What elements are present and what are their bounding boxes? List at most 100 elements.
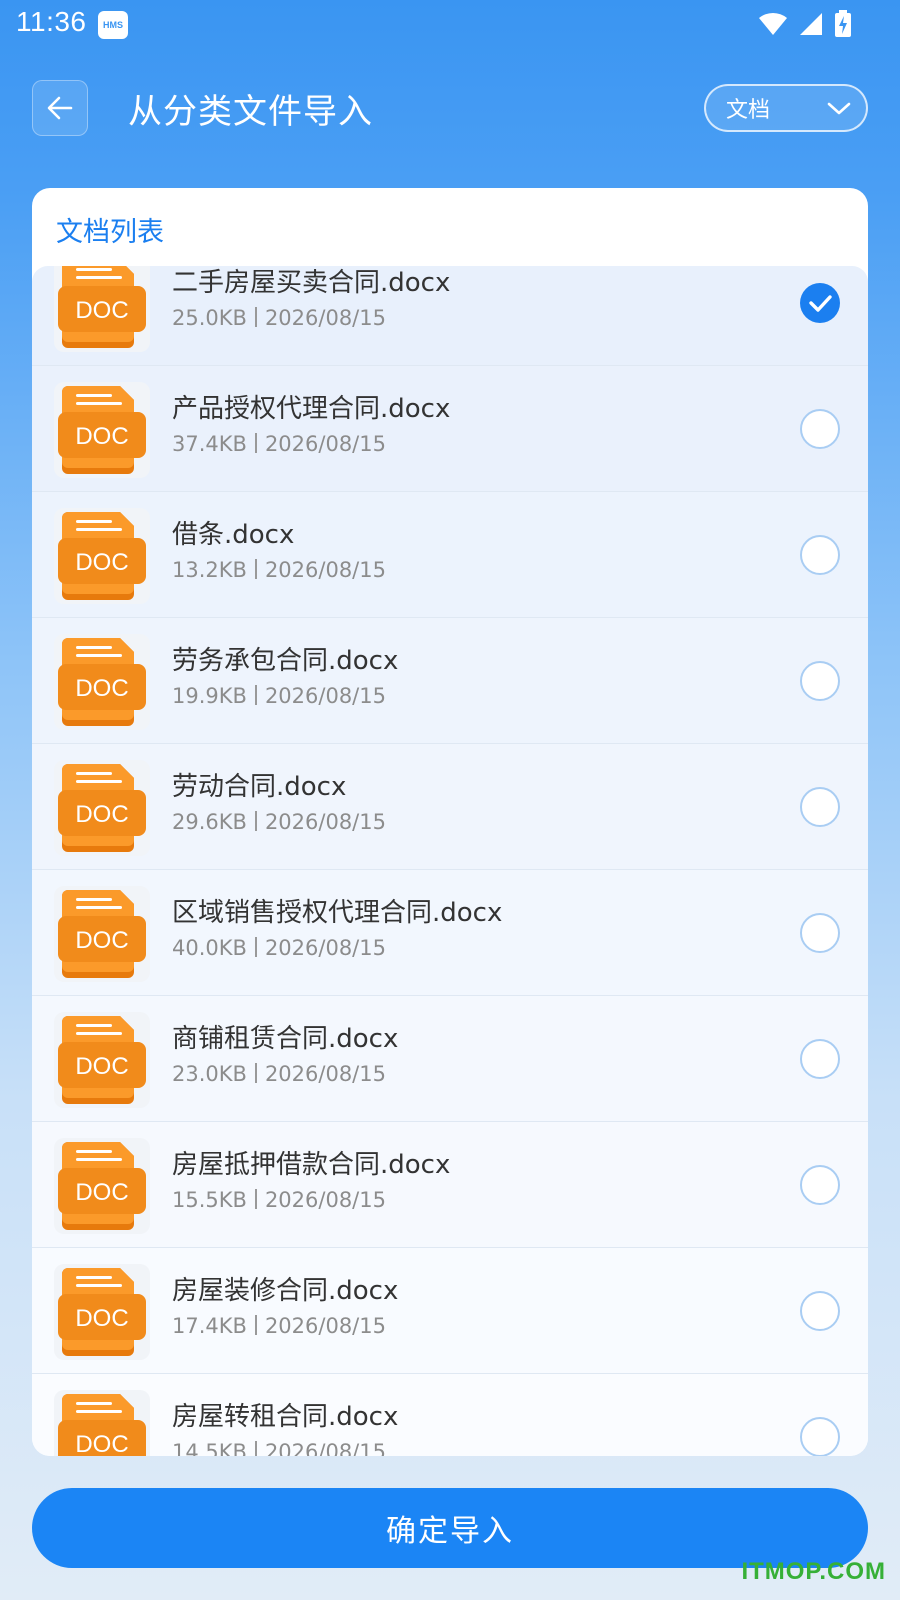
- file-meta: 17.4KB 2026/08/15: [172, 1314, 386, 1338]
- file-date: 2026/08/15: [264, 558, 386, 582]
- doc-file-icon: DOC: [54, 1390, 150, 1456]
- file-size: 25.0KB: [172, 306, 247, 330]
- meta-separator: [254, 685, 257, 705]
- file-size: 14.5KB: [172, 1440, 247, 1456]
- file-size: 40.0KB: [172, 936, 247, 960]
- doc-file-icon: DOC: [54, 760, 150, 856]
- select-radio[interactable]: [800, 661, 840, 701]
- file-list-viewport[interactable]: DOC 二手房屋买卖合同.docx 25.0KB 2026/08/15 DOC 产…: [32, 266, 868, 1456]
- file-size: 37.4KB: [172, 432, 247, 456]
- file-date: 2026/08/15: [264, 1440, 386, 1456]
- svg-text:DOC: DOC: [75, 1053, 128, 1080]
- file-name: 区域销售授权代理合同.docx: [172, 898, 503, 928]
- file-list-item[interactable]: DOC 借条.docx 13.2KB 2026/08/15: [32, 492, 868, 618]
- meta-separator: [254, 1189, 257, 1209]
- meta-separator: [254, 1441, 257, 1456]
- file-name: 房屋装修合同.docx: [172, 1276, 399, 1306]
- file-date: 2026/08/15: [264, 1188, 386, 1212]
- meta-separator: [254, 937, 257, 957]
- svg-text:DOC: DOC: [75, 297, 128, 324]
- category-dropdown[interactable]: 文档: [704, 84, 868, 132]
- back-button[interactable]: [32, 80, 88, 136]
- file-size: 15.5KB: [172, 1188, 247, 1212]
- file-size: 17.4KB: [172, 1314, 247, 1338]
- file-meta: 25.0KB 2026/08/15: [172, 306, 386, 330]
- file-date: 2026/08/15: [264, 936, 386, 960]
- file-name: 房屋抵押借款合同.docx: [172, 1150, 451, 1180]
- select-radio[interactable]: [800, 787, 840, 827]
- signal-icon: [800, 13, 822, 35]
- file-list: DOC 二手房屋买卖合同.docx 25.0KB 2026/08/15 DOC 产…: [32, 266, 868, 1456]
- file-list-item[interactable]: DOC 房屋抵押借款合同.docx 15.5KB 2026/08/15: [32, 1122, 868, 1248]
- file-size: 19.9KB: [172, 684, 247, 708]
- confirm-import-button[interactable]: 确定导入: [32, 1488, 868, 1568]
- file-list-item[interactable]: DOC 房屋装修合同.docx 17.4KB 2026/08/15: [32, 1248, 868, 1374]
- meta-separator: [254, 1063, 257, 1083]
- file-size: 23.0KB: [172, 1062, 247, 1086]
- select-radio[interactable]: [800, 283, 840, 323]
- file-list-item[interactable]: DOC 产品授权代理合同.docx 37.4KB 2026/08/15: [32, 366, 868, 492]
- svg-text:DOC: DOC: [75, 675, 128, 702]
- wifi-icon: [759, 12, 787, 36]
- doc-file-icon: DOC: [54, 382, 150, 478]
- svg-text:DOC: DOC: [75, 801, 128, 828]
- meta-separator: [254, 811, 257, 831]
- file-name: 房屋转租合同.docx: [172, 1402, 399, 1432]
- select-radio[interactable]: [800, 1165, 840, 1205]
- file-name: 劳务承包合同.docx: [172, 646, 399, 676]
- doc-file-icon: DOC: [54, 1012, 150, 1108]
- select-radio[interactable]: [800, 535, 840, 575]
- file-meta: 37.4KB 2026/08/15: [172, 432, 386, 456]
- file-list-item[interactable]: DOC 商铺租赁合同.docx 23.0KB 2026/08/15: [32, 996, 868, 1122]
- status-bar: 11:36 HMS: [0, 0, 900, 50]
- select-radio[interactable]: [800, 913, 840, 953]
- hms-badge: HMS: [98, 11, 128, 39]
- battery-charging-icon: [835, 10, 851, 37]
- status-time: 11:36: [16, 6, 87, 37]
- doc-file-icon: DOC: [54, 1264, 150, 1360]
- file-meta: 40.0KB 2026/08/15: [172, 936, 386, 960]
- svg-text:DOC: DOC: [75, 1179, 128, 1206]
- page-title: 从分类文件导入: [128, 92, 373, 132]
- file-name: 商铺租赁合同.docx: [172, 1024, 399, 1054]
- meta-separator: [254, 1315, 257, 1335]
- file-list-item[interactable]: DOC 房屋转租合同.docx 14.5KB 2026/08/15: [32, 1374, 868, 1456]
- svg-text:DOC: DOC: [75, 549, 128, 576]
- select-radio[interactable]: [800, 1417, 840, 1456]
- svg-text:DOC: DOC: [75, 423, 128, 450]
- select-radio[interactable]: [800, 1291, 840, 1331]
- file-list-item[interactable]: DOC 区域销售授权代理合同.docx 40.0KB 2026/08/15: [32, 870, 868, 996]
- file-meta: 14.5KB 2026/08/15: [172, 1440, 386, 1456]
- watermark: ITMOP.COM: [741, 1558, 886, 1585]
- file-meta: 15.5KB 2026/08/15: [172, 1188, 386, 1212]
- select-radio[interactable]: [800, 1039, 840, 1079]
- file-size: 29.6KB: [172, 810, 247, 834]
- file-size: 13.2KB: [172, 558, 247, 582]
- svg-text:DOC: DOC: [75, 927, 128, 954]
- file-date: 2026/08/15: [264, 684, 386, 708]
- file-list-item[interactable]: DOC 劳务承包合同.docx 19.9KB 2026/08/15: [32, 618, 868, 744]
- file-date: 2026/08/15: [264, 1062, 386, 1086]
- svg-text:DOC: DOC: [75, 1431, 128, 1456]
- chevron-down-icon: [827, 102, 851, 115]
- file-date: 2026/08/15: [264, 306, 386, 330]
- doc-file-icon: DOC: [54, 886, 150, 982]
- doc-file-icon: DOC: [54, 1138, 150, 1234]
- doc-file-icon: DOC: [54, 266, 150, 352]
- file-meta: 23.0KB 2026/08/15: [172, 1062, 386, 1086]
- meta-separator: [254, 307, 257, 327]
- file-date: 2026/08/15: [264, 810, 386, 834]
- svg-text:DOC: DOC: [75, 1305, 128, 1332]
- doc-file-icon: DOC: [54, 508, 150, 604]
- file-name: 借条.docx: [172, 520, 295, 550]
- checkmark-icon: [809, 295, 832, 312]
- arrow-left-icon: [47, 96, 73, 120]
- select-radio[interactable]: [800, 409, 840, 449]
- file-meta: 29.6KB 2026/08/15: [172, 810, 386, 834]
- document-list-card: 文档列表 DOC 二手房屋买卖合同.docx 25.0KB 2026/08/15 …: [32, 188, 868, 1456]
- file-list-item[interactable]: DOC 二手房屋买卖合同.docx 25.0KB 2026/08/15: [32, 266, 868, 366]
- file-name: 二手房屋买卖合同.docx: [172, 268, 451, 298]
- meta-separator: [254, 559, 257, 579]
- file-list-item[interactable]: DOC 劳动合同.docx 29.6KB 2026/08/15: [32, 744, 868, 870]
- file-meta: 13.2KB 2026/08/15: [172, 558, 386, 582]
